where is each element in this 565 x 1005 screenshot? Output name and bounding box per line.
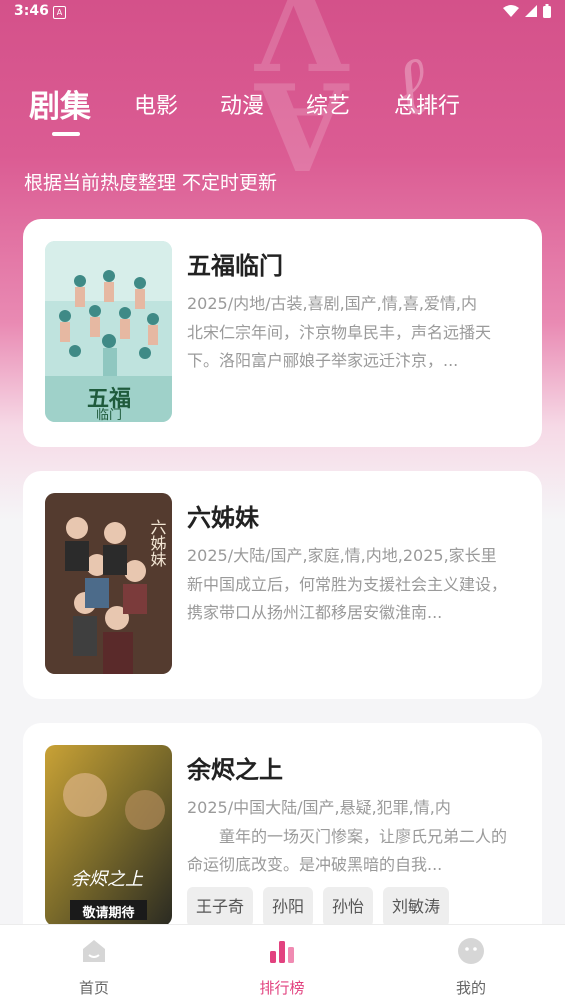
actor-chip[interactable]: 刘敏涛 — [383, 887, 450, 927]
bottom-navigation: 首页 排行榜 我的 — [0, 924, 565, 1005]
nav-label-profile: 我的 — [455, 979, 486, 997]
svg-text:余烬之上: 余烬之上 — [71, 869, 144, 890]
svg-text:六姊妹: 六姊妹 — [148, 519, 167, 567]
home-icon — [83, 940, 105, 962]
item-tags: 2025/大陆/国产,家庭,情,内地,2025,家长里 — [187, 546, 497, 565]
item-tags: 2025/内地/古装,喜剧,国产,情,喜,爱情,内 — [187, 294, 478, 313]
actor-chip[interactable]: 孙怡 — [323, 887, 374, 927]
item-description: 童年的一场灭门惨案，让廖氏兄弟二人的命运彻底改变。是冲破黑暗的自我... — [187, 827, 508, 874]
item-description: 北宋仁宗年间，汴京物阜民丰，声名远播天下。洛阳富户郦娘子举家远迁汴京，... — [187, 323, 492, 370]
ranking-list: 五福 临门 五福临门 2025/内地/古装,喜剧,国产,情,喜,爱情,内 北宋仁… — [0, 0, 565, 1004]
list-item[interactable]: 六姊妹 六姊妹 2025/大陆/国产,家庭,情,内地,2025,家长里 新中国成… — [23, 471, 542, 699]
actor-chips: 王子奇 孙阳 孙怡 刘敏涛 — [187, 887, 450, 927]
list-item[interactable]: 余烬之上 敬请期待 余烬之上 2025/中国大陆/国产,悬疑,犯罪,情,内 童年… — [23, 723, 542, 951]
item-tags: 2025/中国大陆/国产,悬疑,犯罪,情,内 — [187, 798, 451, 817]
poster-image: 六姊妹 — [45, 493, 172, 674]
poster-badge: 敬请期待 — [82, 906, 135, 921]
item-title: 六姊妹 — [187, 504, 259, 532]
nav-profile[interactable]: 我的 — [411, 925, 531, 1005]
nav-label-home: 首页 — [78, 979, 109, 997]
actor-chip[interactable]: 王子奇 — [187, 887, 254, 927]
nav-label-ranking: 排行榜 — [259, 979, 305, 997]
list-item[interactable]: 五福 临门 五福临门 2025/内地/古装,喜剧,国产,情,喜,爱情,内 北宋仁… — [23, 219, 542, 447]
ranking-icon — [270, 941, 294, 963]
profile-icon — [458, 938, 484, 964]
item-title: 五福临门 — [187, 252, 283, 280]
actor-chip[interactable]: 孙阳 — [263, 887, 314, 927]
item-title: 余烬之上 — [187, 756, 283, 784]
poster-image: 五福 临门 — [45, 241, 172, 422]
svg-text:临门: 临门 — [96, 408, 122, 422]
nav-ranking[interactable]: 排行榜 — [222, 925, 342, 1005]
poster-image: 余烬之上 敬请期待 — [45, 745, 172, 926]
nav-home[interactable]: 首页 — [34, 925, 154, 1005]
item-description: 新中国成立后，何常胜为支援社会主义建设，携家带口从扬州江都移居安徽淮南... — [187, 575, 508, 622]
